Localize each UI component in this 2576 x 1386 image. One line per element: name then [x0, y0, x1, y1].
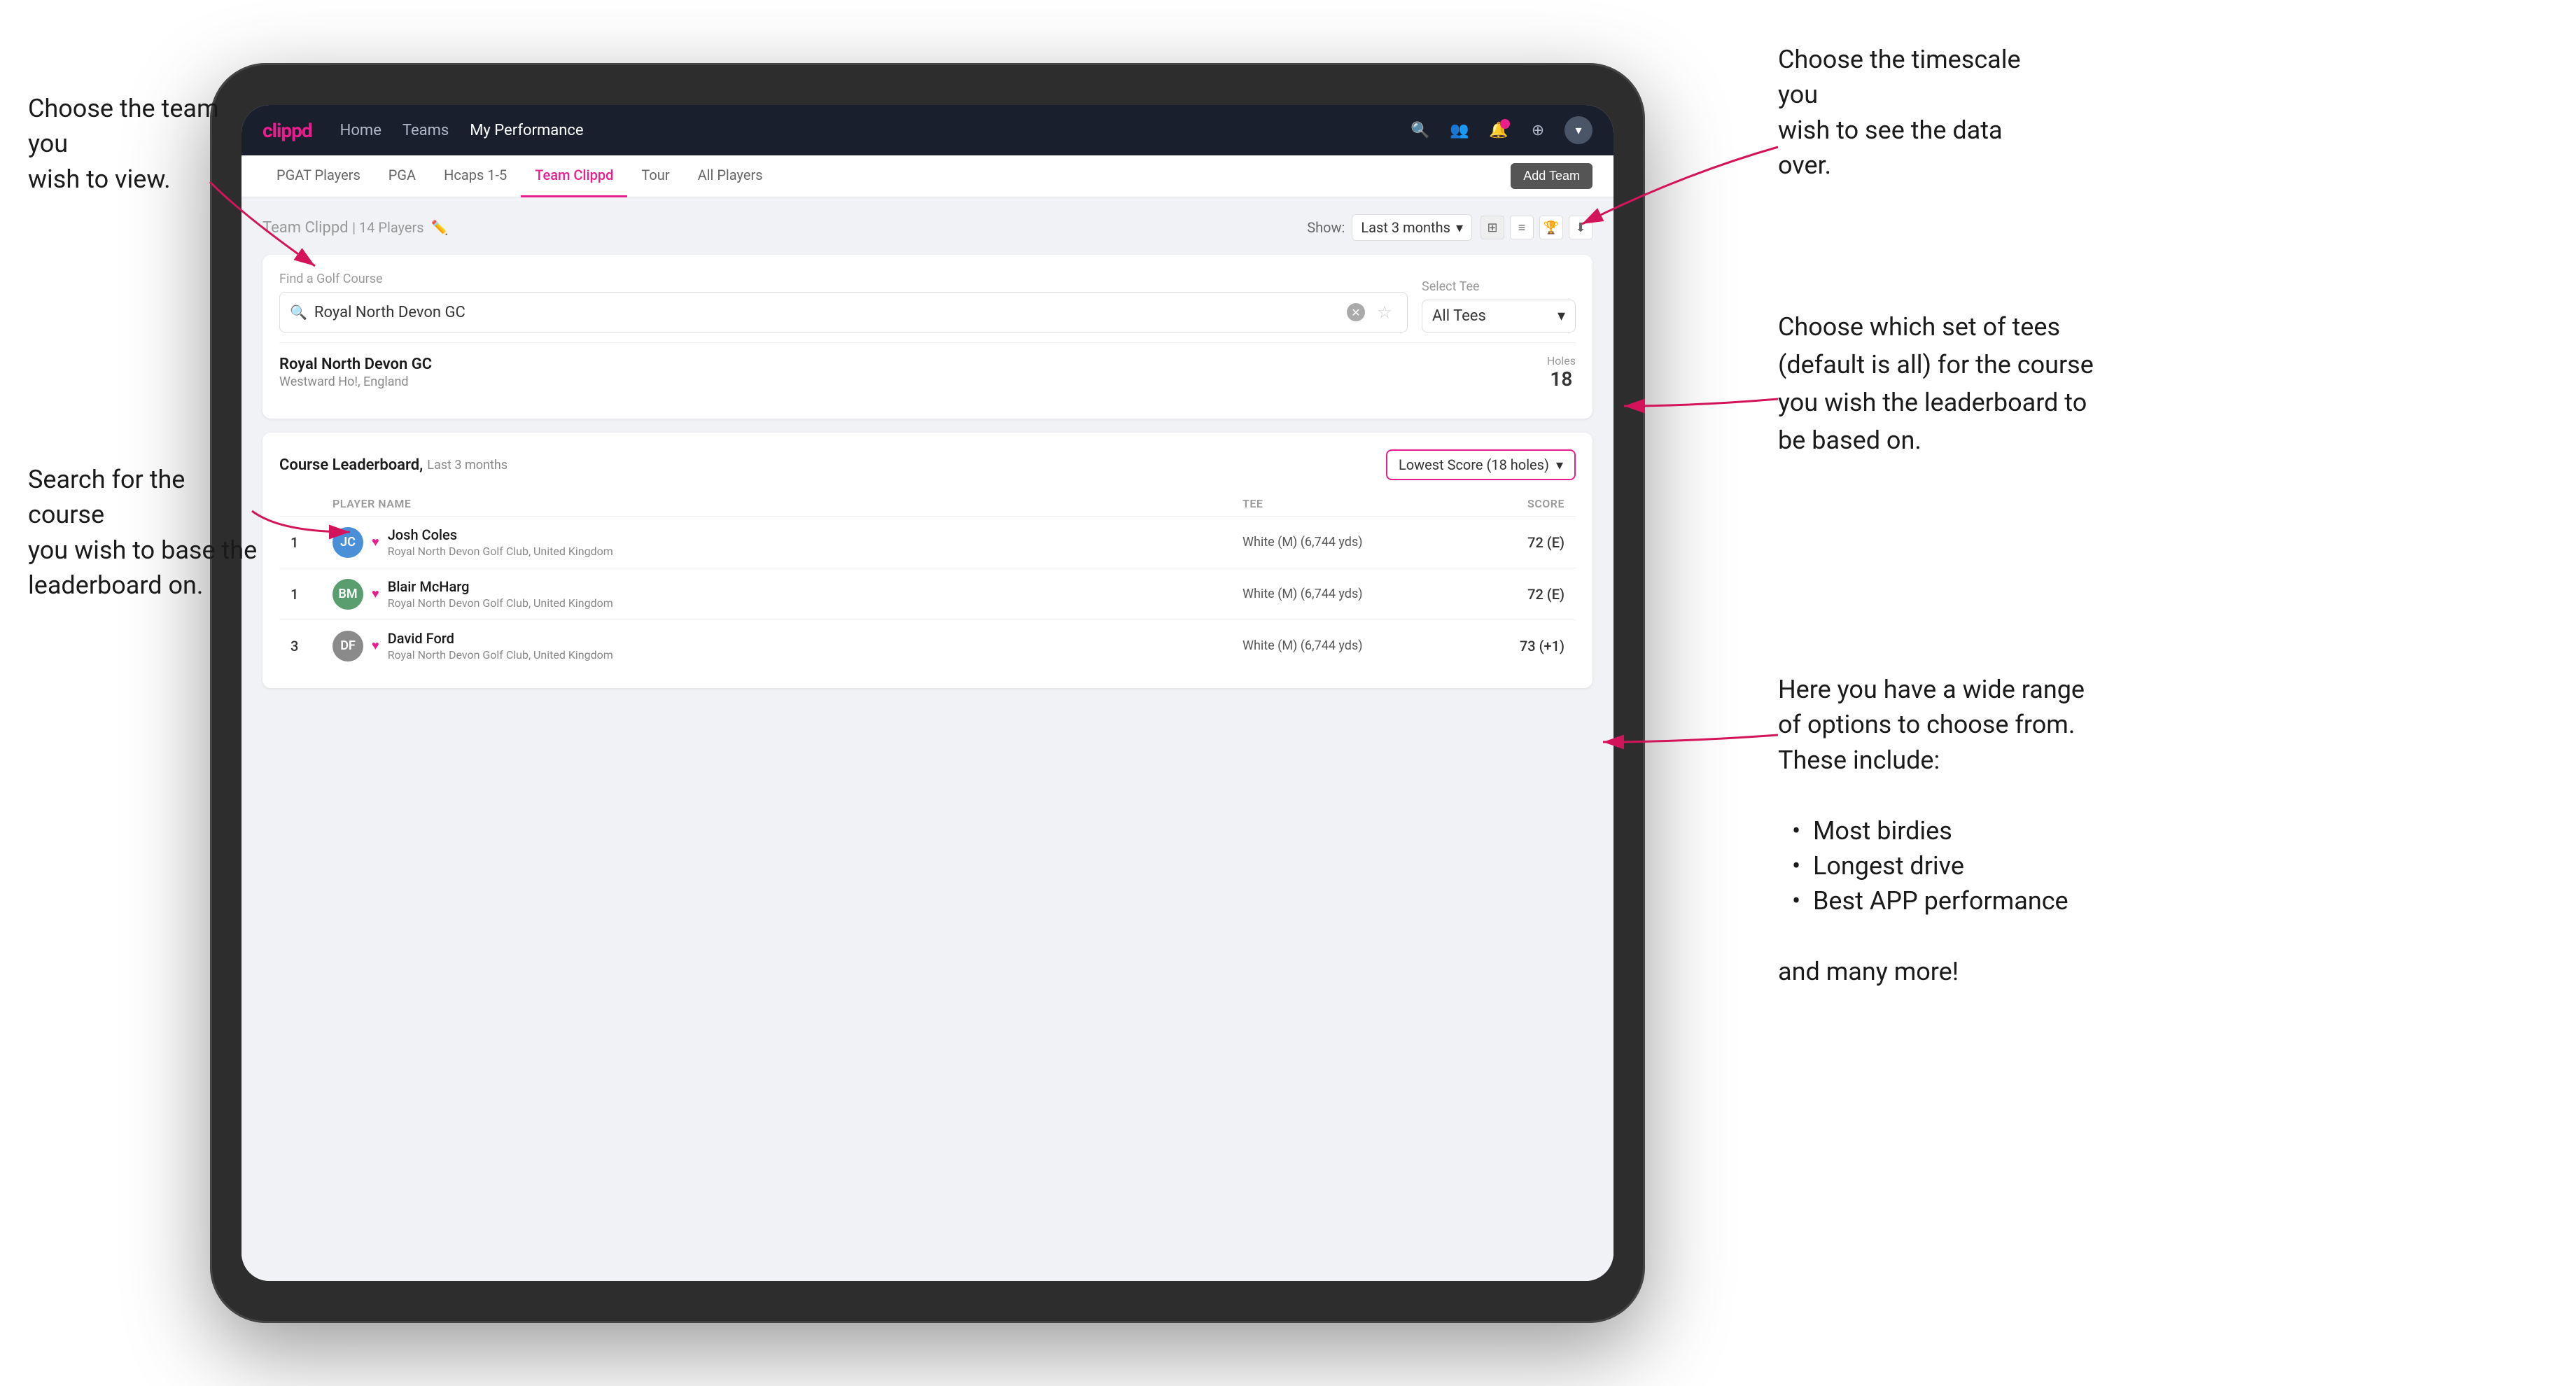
settings-icon[interactable]: ⊕	[1525, 118, 1550, 143]
search-icon[interactable]: 🔍	[1408, 118, 1433, 143]
player-name-1: Blair McHarg	[388, 578, 613, 595]
team-header: Team Clippd | 14 Players ✏️ Show: Last 3…	[262, 214, 1592, 241]
player-score-1: 72 (E)	[1438, 586, 1564, 603]
rank-2: 1	[290, 586, 332, 603]
list-view-icon[interactable]: ≡	[1510, 216, 1534, 239]
course-search-card: Find a Golf Course 🔍 Royal North Devon G…	[262, 255, 1592, 419]
download-icon[interactable]: ⬇	[1569, 216, 1592, 239]
course-location: Westward Ho!, England	[279, 374, 1547, 389]
navbar: clippd Home Teams My Performance 🔍 👥 🔔 ⊕…	[241, 105, 1614, 155]
show-dropdown[interactable]: Last 3 months ▾	[1352, 214, 1472, 241]
nav-links: Home Teams My Performance	[340, 122, 584, 139]
bell-icon[interactable]: 🔔	[1486, 118, 1511, 143]
people-icon[interactable]: 👥	[1447, 118, 1472, 143]
app-logo: clippd	[262, 119, 312, 142]
team-title: Team Clippd | 14 Players	[262, 219, 424, 237]
course-search-input[interactable]: 🔍 Royal North Devon GC ✕ ☆	[279, 292, 1408, 332]
edit-team-icon[interactable]: ✏️	[431, 219, 449, 236]
nav-teams[interactable]: Teams	[402, 122, 449, 139]
player-cell-1: BM ♥ Blair McHarg Royal North Devon Golf…	[332, 578, 1242, 610]
show-label: Show:	[1307, 219, 1345, 236]
find-course-label: Find a Golf Course	[279, 272, 1408, 286]
table-row: 1 BM ♥ Blair McHarg Royal North Devon Go…	[279, 568, 1576, 620]
annotation-bottom-left: Search for the courseyou wish to base th…	[28, 462, 266, 603]
annotation-mid-right: Choose which set of tees(default is all)…	[1778, 308, 2094, 459]
player-club-2: Royal North Devon Golf Club, United King…	[388, 648, 613, 662]
course-result: Royal North Devon GC Westward Ho!, Engla…	[279, 342, 1576, 402]
table-row: 3 DF ♥ David Ford Royal North Devon Golf…	[279, 620, 1576, 671]
tab-pgat-players[interactable]: PGAT Players	[262, 155, 374, 197]
trophy-icon[interactable]: 🏆	[1539, 216, 1563, 239]
add-team-button[interactable]: Add Team	[1511, 163, 1592, 189]
leaderboard-subtitle: Last 3 months	[427, 458, 507, 472]
search-clear-button[interactable]: ✕	[1347, 303, 1365, 321]
holes-label: Holes	[1547, 354, 1576, 368]
player-tee-0: White (M) (6,744 yds)	[1242, 535, 1438, 550]
leaderboard-card: Course Leaderboard, Last 3 months Lowest…	[262, 433, 1592, 688]
main-content: Team Clippd | 14 Players ✏️ Show: Last 3…	[241, 197, 1614, 1281]
rank-1: 1	[290, 534, 332, 551]
player-name-0: Josh Coles	[388, 526, 613, 543]
user-avatar[interactable]: ▾	[1564, 116, 1592, 144]
col-player-name: PLAYER NAME	[332, 497, 1242, 510]
holes-box: Holes 18	[1547, 354, 1576, 391]
player-score-2: 73 (+1)	[1438, 638, 1564, 654]
tab-team-clippd[interactable]: Team Clippd	[521, 155, 627, 197]
heart-icon-2[interactable]: ♥	[372, 638, 379, 653]
table-row: 1 JC ♥ Josh Coles Royal North Devon Golf…	[279, 516, 1576, 568]
leaderboard-header: Course Leaderboard, Last 3 months Lowest…	[279, 449, 1576, 480]
score-type-dropdown[interactable]: Lowest Score (18 holes) ▾	[1386, 449, 1576, 480]
search-input-value: Royal North Devon GC	[314, 304, 1347, 321]
player-tee-2: White (M) (6,744 yds)	[1242, 638, 1438, 653]
player-score-0: 72 (E)	[1438, 534, 1564, 551]
view-icons: ⊞ ≡ 🏆 ⬇	[1480, 216, 1592, 239]
grid-view-icon[interactable]: ⊞	[1480, 216, 1504, 239]
player-avatar-2: DF	[332, 631, 363, 662]
player-avatar-1: BM	[332, 579, 363, 610]
tablet-screen: clippd Home Teams My Performance 🔍 👥 🔔 ⊕…	[241, 105, 1614, 1281]
annotation-bottom-right: Here you have a wide rangeof options to …	[1778, 672, 2085, 990]
tab-hcaps[interactable]: Hcaps 1-5	[430, 155, 521, 197]
search-magnifier-icon: 🔍	[290, 304, 307, 321]
course-info: Royal North Devon GC Westward Ho!, Engla…	[279, 356, 1547, 389]
holes-number: 18	[1550, 368, 1572, 391]
annotation-top-right: Choose the timescale youwish to see the …	[1778, 42, 2058, 183]
player-club-0: Royal North Devon Golf Club, United King…	[388, 545, 613, 558]
leaderboard-title: Course Leaderboard,	[279, 456, 423, 474]
tab-pga[interactable]: PGA	[374, 155, 430, 197]
table-header: PLAYER NAME TEE SCORE	[279, 491, 1576, 516]
tab-all-players[interactable]: All Players	[684, 155, 777, 197]
player-cell-2: DF ♥ David Ford Royal North Devon Golf C…	[332, 630, 1242, 662]
player-cell-0: JC ♥ Josh Coles Royal North Devon Golf C…	[332, 526, 1242, 558]
player-club-1: Royal North Devon Golf Club, United King…	[388, 596, 613, 610]
heart-icon-1[interactable]: ♥	[372, 587, 379, 601]
heart-icon-0[interactable]: ♥	[372, 535, 379, 550]
player-details-0: Josh Coles Royal North Devon Golf Club, …	[388, 526, 613, 558]
player-details-1: Blair McHarg Royal North Devon Golf Club…	[388, 578, 613, 610]
col-tee: TEE	[1242, 497, 1438, 510]
player-details-2: David Ford Royal North Devon Golf Club, …	[388, 630, 613, 662]
annotation-top-left: Choose the team youwish to view.	[28, 91, 224, 197]
rank-3: 3	[290, 638, 332, 654]
player-name-2: David Ford	[388, 630, 613, 647]
tee-label: Select Tee	[1422, 279, 1576, 294]
tee-dropdown[interactable]: All Tees ▾	[1422, 300, 1576, 332]
navbar-icons: 🔍 👥 🔔 ⊕ ▾	[1408, 116, 1592, 144]
tablet-device: clippd Home Teams My Performance 🔍 👥 🔔 ⊕…	[210, 63, 1645, 1323]
favorite-star-icon[interactable]: ☆	[1372, 300, 1397, 325]
player-tee-1: White (M) (6,744 yds)	[1242, 587, 1438, 601]
player-avatar-0: JC	[332, 527, 363, 558]
nav-home[interactable]: Home	[340, 122, 382, 139]
course-name: Royal North Devon GC	[279, 356, 1547, 373]
tee-select-section: Select Tee All Tees ▾	[1422, 279, 1576, 332]
subnav: PGAT Players PGA Hcaps 1-5 Team Clippd T…	[241, 155, 1614, 197]
nav-my-performance[interactable]: My Performance	[470, 122, 583, 139]
col-score: SCORE	[1438, 497, 1564, 510]
tab-tour[interactable]: Tour	[627, 155, 683, 197]
